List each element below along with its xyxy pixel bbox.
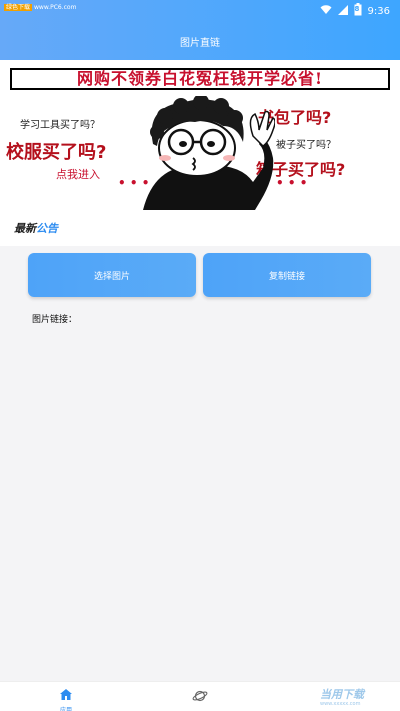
- announcement-bar[interactable]: 最新公告: [0, 210, 400, 246]
- planet-icon: [192, 688, 208, 707]
- badge-text-notice: 公告: [36, 222, 58, 235]
- clock: 9:36: [367, 5, 390, 17]
- battery-level: 8: [354, 5, 360, 13]
- status-watermark-tag: 绿色下载: [4, 4, 33, 11]
- caption-study-tools: 学习工具买了吗？: [20, 120, 100, 131]
- status-watermark-url: www.PC6.com: [34, 4, 77, 11]
- app-header: 绿色下载 www.PC6.com 8 9:36 图片直链: [0, 0, 400, 60]
- bottom-watermark: 当用下载 www.xxxxx.com: [320, 686, 364, 707]
- select-image-button[interactable]: 选择图片: [28, 253, 196, 297]
- image-link-label: 图片链接：: [32, 315, 78, 325]
- promo-banner[interactable]: 网购不领券白花冤枉钱开学必省! 学习工具买了吗？ 校服买了吗? 点我进入 书包了…: [0, 60, 400, 210]
- dots-right: • • •: [276, 176, 308, 190]
- status-bar: 绿色下载 www.PC6.com 8 9:36: [0, 0, 400, 18]
- nav-tab-apps-label: 应用: [59, 707, 72, 711]
- bottom-watermark-text: 当用下载: [320, 688, 364, 701]
- signal-icon: [337, 4, 348, 18]
- battery-icon: 8: [354, 3, 362, 19]
- bottom-navigation: 应用 当用下载 www.xxxxx.com: [0, 681, 400, 711]
- cartoon-character-illustration: [143, 96, 275, 210]
- bottom-watermark-url: www.xxxxx.com: [320, 701, 361, 707]
- copy-link-button[interactable]: 复制链接: [203, 253, 371, 297]
- nav-tab-apps[interactable]: 应用: [54, 685, 78, 711]
- wifi-icon: [320, 4, 332, 18]
- badge-text-latest: 最新: [14, 222, 36, 235]
- caption-click-enter: 点我进入: [56, 168, 100, 181]
- home-icon: [60, 685, 72, 704]
- page-title: 图片直链: [180, 38, 220, 49]
- banner-headline: 网购不领券白花冤枉钱开学必省!: [10, 68, 390, 90]
- status-indicators: 8 9:36: [320, 3, 390, 19]
- caption-quilt: 被子买了吗？: [276, 140, 336, 151]
- caption-uniform: 校服买了吗?: [6, 142, 107, 163]
- nav-tab-discover[interactable]: [192, 688, 208, 707]
- announcement-badge: 最新公告: [14, 220, 58, 236]
- status-watermark: 绿色下载 www.PC6.com: [4, 2, 76, 11]
